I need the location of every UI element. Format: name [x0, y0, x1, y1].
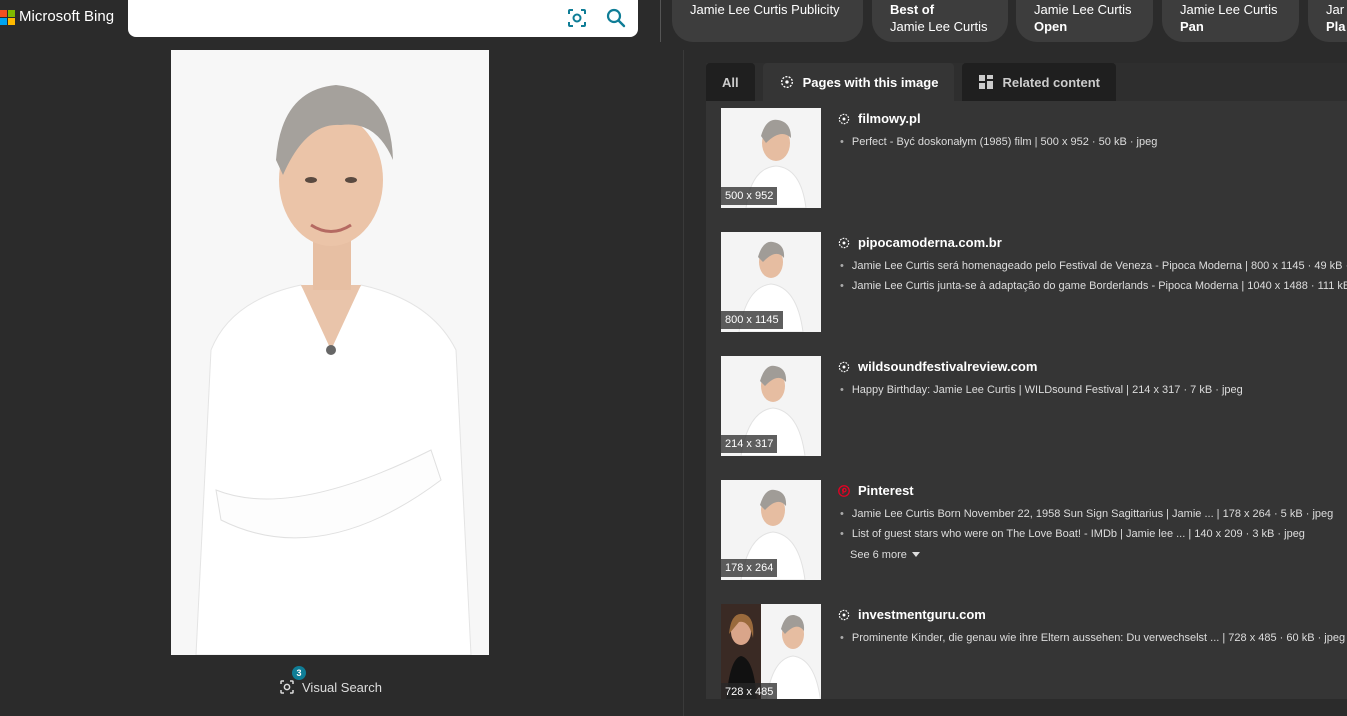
thumbnail-dimensions: 500 x 952 — [721, 187, 778, 205]
visual-search-icon[interactable] — [565, 6, 589, 30]
tab-label: Pages with this image — [802, 74, 939, 90]
result-link[interactable]: Jamie Lee Curtis junta-se à adaptação do… — [840, 280, 1347, 292]
tab-label: Related content — [1002, 74, 1100, 90]
result-row: 728 x 485 investmentguru.com Prominente … — [706, 597, 1347, 699]
chevron-down-icon — [911, 552, 920, 557]
tab-related-content[interactable]: Related content — [962, 63, 1116, 101]
search-box — [128, 0, 638, 37]
thumbnail-dimensions: 800 x 1145 — [721, 311, 783, 329]
pages-results-list: 500 x 952 filmowy.pl Perfect - Być dosko… — [706, 101, 1347, 699]
visual-search-button[interactable]: 3 Visual Search — [278, 666, 382, 696]
thumbnail-dimensions: 214 x 317 — [721, 435, 778, 453]
globe-icon — [838, 113, 850, 124]
chip-line2: Jamie Lee Curtis — [890, 19, 988, 34]
pinterest-icon — [838, 484, 850, 497]
globe-icon — [838, 361, 850, 372]
globe-icon — [838, 609, 850, 620]
chip-line2: Pla — [1326, 19, 1346, 34]
globe-icon — [838, 237, 850, 248]
result-site[interactable]: Pinterest — [837, 483, 914, 498]
result-link[interactable]: Perfect - Być doskonałym (1985) film | 5… — [840, 136, 1158, 148]
result-thumbnail[interactable]: 178 x 264 — [721, 480, 821, 580]
chip-line1: Jamie Lee Curtis Publicity — [690, 2, 840, 17]
tab-all[interactable]: All — [706, 63, 755, 101]
chip-line2: Open — [1034, 19, 1068, 34]
result-thumbnail[interactable]: 214 x 317 — [721, 356, 821, 456]
visual-search-count-badge: 3 — [292, 666, 306, 680]
result-site[interactable]: investmentguru.com — [837, 607, 986, 622]
visual-search-label: Visual Search — [302, 679, 382, 695]
result-site-name: pipocamoderna.com.br — [858, 235, 1002, 250]
chip-line2: Pan — [1180, 19, 1204, 34]
related-chip[interactable]: Jamie Lee Curtis Pan — [1162, 0, 1299, 42]
result-site[interactable]: pipocamoderna.com.br — [837, 235, 1002, 250]
portrait-illustration — [171, 50, 489, 655]
top-bar: Microsoft Bing Jamie Lee Curtis Publicit… — [0, 0, 1347, 50]
header-divider — [660, 0, 661, 42]
bing-logo[interactable]: Microsoft Bing — [0, 8, 114, 25]
result-link[interactable]: Prominente Kinder, die genau wie ihre El… — [840, 632, 1345, 644]
details-tabs: All Pages with this image Related conten… — [706, 63, 1116, 101]
chip-line1: Best of — [890, 2, 935, 17]
result-row: 800 x 1145 pipocamoderna.com.br Jamie Le… — [706, 225, 1347, 335]
result-site-name: investmentguru.com — [858, 607, 986, 622]
related-chip[interactable]: Jamie Lee Curtis Publicity — [672, 0, 863, 42]
result-link[interactable]: List of guest stars who were on The Love… — [840, 528, 1305, 540]
tab-label: All — [722, 74, 739, 90]
result-link[interactable]: Jamie Lee Curtis será homenageado pelo F… — [840, 260, 1347, 272]
brand-name: Microsoft Bing — [19, 8, 115, 25]
chip-line1: Jamie Lee Curtis — [1180, 2, 1278, 17]
grid-icon — [979, 75, 994, 89]
related-chip[interactable]: Best of Jamie Lee Curtis — [872, 0, 1008, 42]
related-chip[interactable]: Jamie Lee Curtis Open — [1016, 0, 1153, 42]
visual-search-icon — [280, 680, 294, 694]
result-row: 500 x 952 filmowy.pl Perfect - Być dosko… — [706, 101, 1347, 211]
chip-line1: Jar — [1326, 2, 1345, 17]
result-link-text: List of guest stars who were on The Love… — [851, 528, 1305, 540]
result-link-text: Jamie Lee Curtis será homenageado pelo F… — [851, 260, 1347, 272]
search-input[interactable] — [140, 8, 540, 30]
main-image[interactable] — [171, 50, 489, 655]
result-row: 214 x 317 wildsoundfestivalreview.com Ha… — [706, 349, 1347, 459]
see-more-label: See 6 more — [850, 549, 907, 561]
details-panel: All Pages with this image Related conten… — [706, 63, 1347, 699]
search-icon[interactable] — [604, 6, 628, 30]
see-more-button[interactable]: See 6 more — [850, 549, 921, 561]
result-site-name: wildsoundfestivalreview.com — [858, 359, 1038, 374]
result-site[interactable]: wildsoundfestivalreview.com — [837, 359, 1037, 374]
result-link[interactable]: Jamie Lee Curtis Born November 22, 1958 … — [840, 508, 1333, 520]
microsoft-logo-icon — [0, 9, 15, 25]
result-site-name: filmowy.pl — [858, 111, 921, 126]
thumbnail-dimensions: 178 x 264 — [721, 559, 778, 577]
result-link-text: Perfect - Być doskonałym (1985) film | 5… — [851, 136, 1158, 148]
result-link[interactable]: Happy Birthday: Jamie Lee Curtis | WILDs… — [840, 384, 1243, 396]
chip-line1: Jamie Lee Curtis — [1034, 2, 1132, 17]
result-link-text: Jamie Lee Curtis junta-se à adaptação do… — [851, 280, 1347, 292]
thumbnail-dimensions: 728 x 485 — [721, 683, 778, 699]
globe-icon — [780, 76, 793, 88]
image-preview-panel: 3 Visual Search — [0, 50, 684, 716]
result-site[interactable]: filmowy.pl — [837, 111, 921, 126]
result-link-text: Jamie Lee Curtis Born November 22, 1958 … — [851, 508, 1334, 520]
result-thumbnail[interactable]: 800 x 1145 — [721, 232, 821, 332]
result-thumbnail[interactable]: 500 x 952 — [721, 108, 821, 208]
result-link-text: Happy Birthday: Jamie Lee Curtis | WILDs… — [851, 384, 1243, 396]
result-thumbnail[interactable]: 728 x 485 — [721, 604, 821, 699]
tab-pages-with-this-image[interactable]: Pages with this image — [762, 63, 955, 101]
result-row: 178 x 264 Pinterest Jamie Lee Curtis Bor… — [706, 473, 1347, 583]
result-site-name: Pinterest — [858, 483, 914, 498]
result-link-text: Prominente Kinder, die genau wie ihre El… — [851, 632, 1346, 644]
related-chip[interactable]: Jar Pla — [1308, 0, 1347, 42]
